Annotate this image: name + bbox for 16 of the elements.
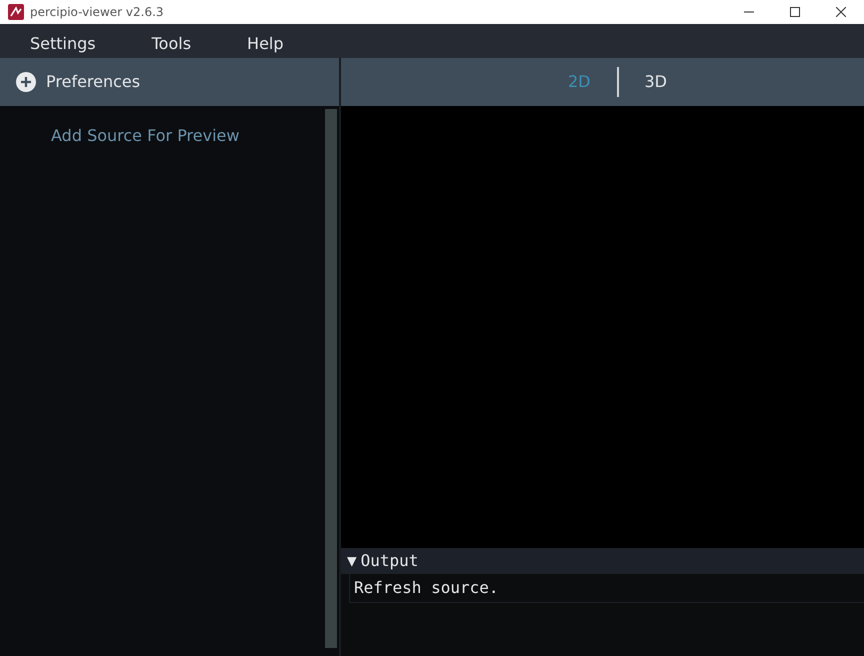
menu-item[interactable]: Tools [140, 32, 204, 58]
add-icon[interactable] [16, 72, 36, 92]
preferences-heading: Preferences [46, 71, 140, 93]
menu-item[interactable]: Help [235, 32, 296, 58]
close-icon [836, 7, 846, 17]
add-source-link[interactable]: Add Source For Preview [51, 126, 240, 145]
scrollbar[interactable] [325, 109, 337, 648]
window-title: percipio-viewer v2.6.3 [30, 4, 164, 21]
maximize-icon [790, 7, 800, 17]
app-logo-icon [8, 4, 24, 20]
toggle-icon[interactable]: ▼ [347, 549, 357, 573]
output-title: Output [360, 550, 418, 572]
log-line: Refresh source. [349, 574, 864, 603]
menu-item[interactable]: Settings [18, 32, 108, 58]
view-tab[interactable]: 3D [618, 66, 693, 98]
output-header[interactable]: ▼ Output [341, 548, 864, 574]
